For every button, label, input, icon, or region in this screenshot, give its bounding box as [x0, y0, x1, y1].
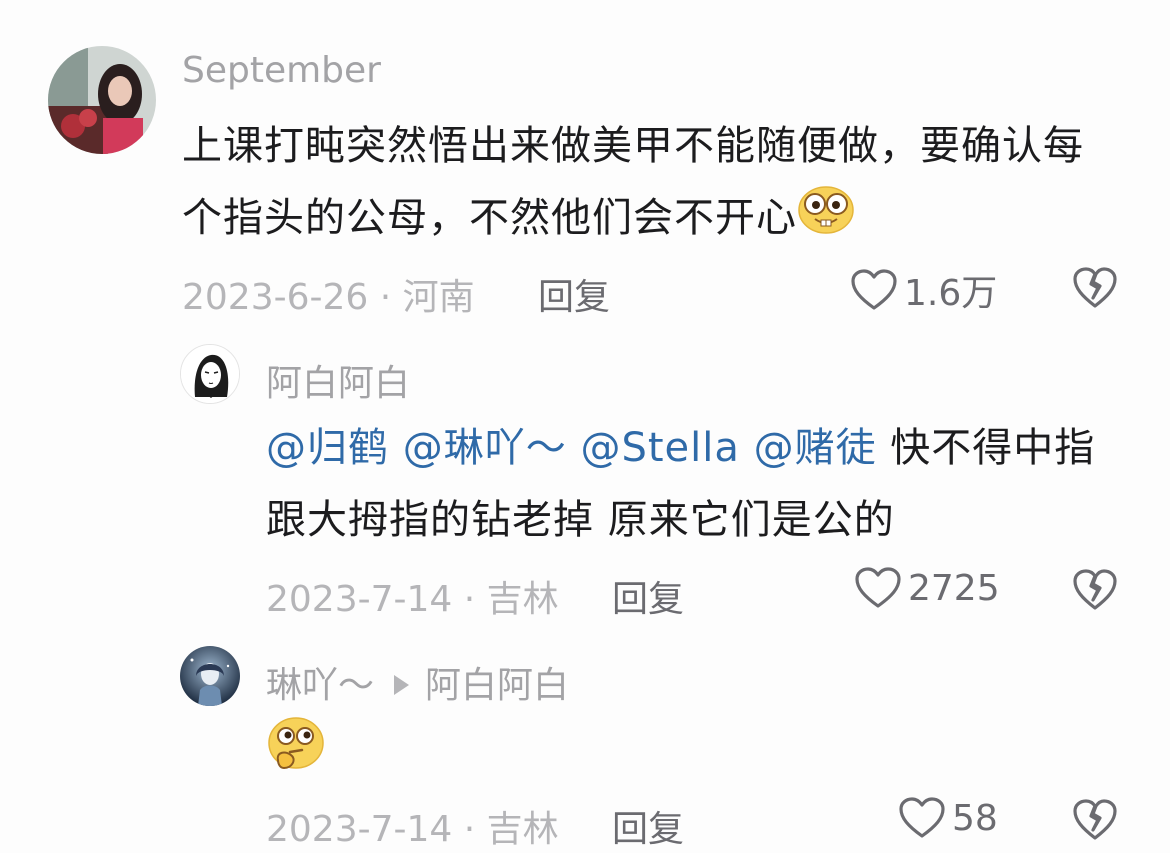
thinking-emoji-icon — [266, 716, 328, 797]
comment-text — [266, 716, 328, 797]
reply-button[interactable]: 回复 — [538, 268, 610, 320]
mention-link[interactable]: @归鹤 — [266, 425, 389, 471]
like-button[interactable]: 58 — [898, 796, 998, 840]
mention-link[interactable]: @Stella — [580, 425, 739, 471]
avatar[interactable] — [180, 344, 240, 404]
comment-text: @归鹤 @琳吖～ @Stella @赌徒 快不得中指跟大拇指的钻老掉 原来它们是… — [266, 412, 1126, 556]
broken-heart-icon — [1073, 799, 1117, 840]
broken-heart-icon — [1073, 267, 1117, 308]
reply-button[interactable]: 回复 — [612, 570, 684, 622]
mention-link[interactable]: @赌徒 — [754, 425, 877, 471]
like-button[interactable]: 2725 — [854, 566, 1000, 610]
avatar[interactable] — [48, 46, 156, 154]
avatar-image — [180, 646, 240, 706]
comment-list: September 上课打盹突然悟出来做美甲不能随便做，要确认每个指头的公母，不… — [0, 0, 1170, 853]
username[interactable]: September — [182, 50, 381, 91]
reply-button[interactable]: 回复 — [612, 800, 684, 852]
username[interactable]: 阿白阿白 — [266, 354, 410, 406]
heart-icon — [855, 567, 901, 608]
dislike-button[interactable] — [1072, 266, 1118, 314]
avatar-image — [48, 46, 156, 154]
comment-text-body: 上课打盹突然悟出来做美甲不能随便做，要确认每个指头的公母，不然他们会不开心 — [182, 123, 1084, 241]
like-count: 58 — [952, 797, 998, 839]
reply-arrow-icon — [394, 675, 410, 695]
username: 琳吖～ 阿白阿白 — [266, 656, 569, 708]
nerd-emoji-icon — [797, 183, 855, 258]
heart-icon — [899, 797, 945, 838]
avatar-image — [181, 345, 239, 403]
avatar[interactable] — [180, 646, 240, 706]
comment-date-location: 2023-7-14 · 吉林 — [266, 809, 559, 850]
comment-text: 上课打盹突然悟出来做美甲不能随便做，要确认每个指头的公母，不然他们会不开心 — [182, 110, 1122, 258]
heart-icon — [851, 269, 897, 310]
like-button[interactable]: 1.6万 — [850, 264, 997, 316]
like-count: 2725 — [908, 567, 1000, 609]
comment-date-location: 2023-6-26 · 河南 — [182, 277, 475, 318]
dislike-button[interactable] — [1072, 798, 1118, 846]
reply-author[interactable]: 琳吖～ — [266, 665, 374, 706]
dislike-button[interactable] — [1072, 568, 1118, 616]
comment-date-location: 2023-7-14 · 吉林 — [266, 579, 559, 620]
broken-heart-icon — [1073, 569, 1117, 610]
like-count: 1.6万 — [904, 273, 998, 314]
mention-link[interactable]: @琳吖～ — [403, 425, 567, 471]
reply-target-user[interactable]: 阿白阿白 — [425, 665, 569, 706]
